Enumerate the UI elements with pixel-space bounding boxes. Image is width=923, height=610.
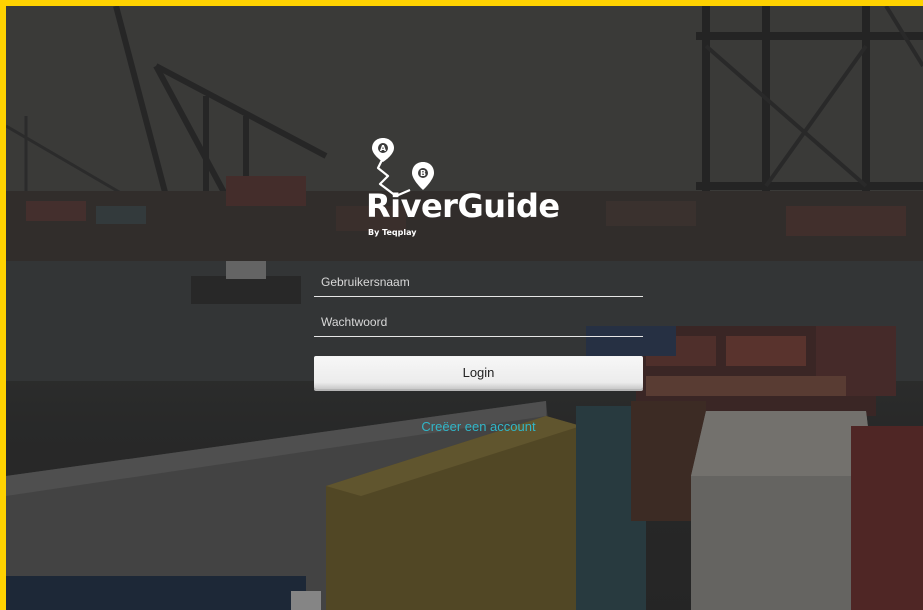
username-field-wrapper xyxy=(314,262,643,297)
app-byline: By Teqplay xyxy=(368,228,417,237)
riverguide-logo: A B RiverGuide By Teqplay xyxy=(366,136,596,246)
password-field-wrapper xyxy=(314,302,643,337)
pin-a-letter: A xyxy=(380,144,387,153)
background-photo: A B RiverGuide By Teqplay Login Creëer e… xyxy=(6,6,923,610)
app-window: A B RiverGuide By Teqplay Login Creëer e… xyxy=(0,0,923,610)
pin-b-letter: B xyxy=(420,169,426,178)
login-button[interactable]: Login xyxy=(314,356,643,389)
username-input[interactable] xyxy=(314,262,643,296)
create-account-link[interactable]: Creëer een account xyxy=(314,419,643,434)
app-name: RiverGuide xyxy=(366,187,560,225)
password-input[interactable] xyxy=(314,302,643,336)
